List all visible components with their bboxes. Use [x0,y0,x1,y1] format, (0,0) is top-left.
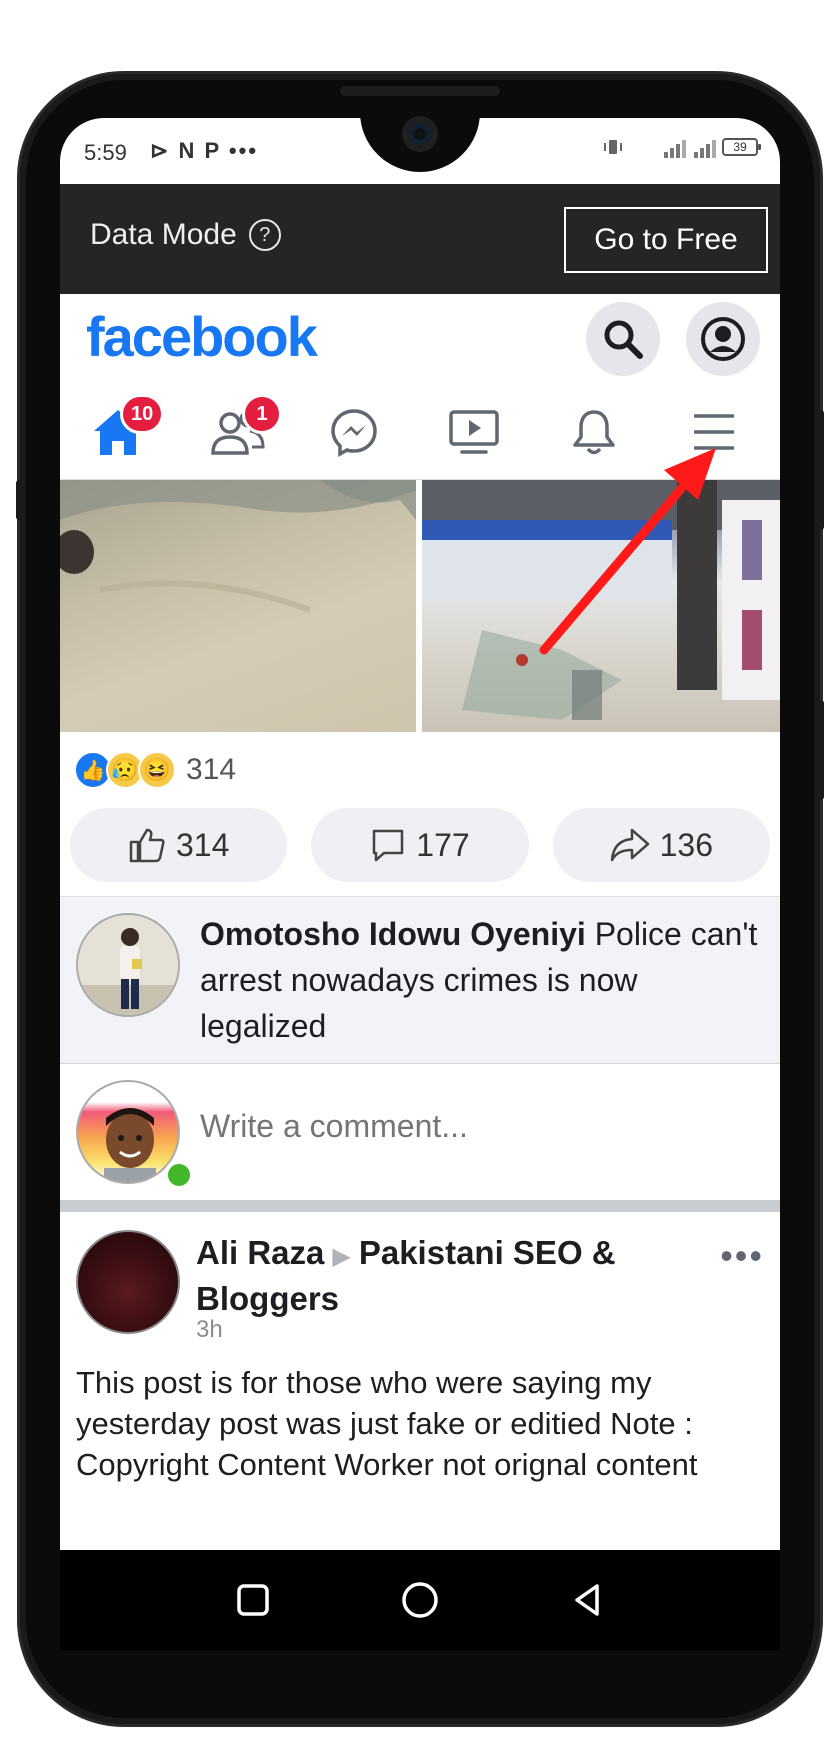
notifications-icon [573,410,615,455]
profile-button[interactable] [686,302,760,376]
speaker-grille [340,86,500,96]
post-body: This post is for those who were saying m… [76,1365,698,1482]
online-status-dot [164,1160,194,1190]
media-image-right[interactable] [422,480,780,732]
signal-strength-icon [662,138,716,158]
volume-button [818,700,824,800]
comment-author[interactable]: Omotosho Idowu Oyeniyi [200,916,586,952]
comment-count: 177 [416,826,470,863]
comment-item: Omotosho Idowu Oyeniyi Police can't arre… [60,896,780,1064]
post-header: Ali Raza ▶ Pakistani SEO & Bloggers [196,1232,686,1320]
write-comment-row [60,1064,780,1198]
haha-reaction-icon: 😆 [138,751,176,789]
data-mode-label[interactable]: Data Mode ? [90,218,281,252]
left-side-button [16,480,22,520]
home-circle-icon [402,1582,438,1618]
share-button[interactable]: 136 [552,808,770,882]
tab-watch[interactable] [426,392,522,472]
feed-post: Ali Raza ▶ Pakistani SEO & Bloggers 3h •••… [60,1212,780,1550]
profile-icon [701,317,745,361]
friends-badge: 1 [242,394,282,434]
commenter-avatar[interactable] [76,913,180,1017]
power-button [818,410,824,530]
help-icon[interactable]: ? [248,219,281,251]
like-count: 314 [175,826,230,863]
recents-button[interactable] [228,1575,278,1625]
status-time: 5:59 [84,140,127,165]
home-button[interactable] [395,1575,445,1625]
share-icon [610,828,649,862]
phone-screen: 5:59 ⊳ N P ••• 39 Data Mode ? Go to Free… [60,118,780,1550]
notification-icons: ⊳ N P ••• [150,138,259,163]
comment-icon [373,829,404,862]
thumbs-up-icon [129,828,165,863]
media-image-left[interactable] [60,480,416,732]
battery-level: 39 [733,140,747,154]
like-button[interactable]: 314 [70,808,288,882]
vibrate-icon [602,138,654,156]
post-actions: 314 177 136 [70,808,770,882]
group-arrow-icon: ▶ [332,1243,351,1270]
feed-divider [60,1200,780,1212]
more-options-icon[interactable]: ••• [720,1238,764,1274]
messenger-icon [331,409,377,457]
home-badge: 10 [120,394,165,434]
back-icon [574,1584,599,1616]
front-camera [402,116,438,152]
search-icon [604,320,643,359]
comment-input[interactable] [200,1108,720,1145]
tab-messenger[interactable] [306,392,402,472]
recents-icon [237,1584,270,1616]
reactions-summary[interactable]: 👍 😥 😆 314 [74,748,236,792]
back-button[interactable] [562,1575,612,1625]
reaction-count: 314 [186,753,237,786]
battery-icon: 39 [722,138,761,156]
main-nav: 10 1 [60,384,780,480]
watch-icon [449,410,499,454]
post-time[interactable]: 3h [196,1316,223,1344]
comment-text: Omotosho Idowu Oyeniyi Police can't arre… [200,911,770,1049]
post-media[interactable] [60,480,780,732]
facebook-logo[interactable]: facebook [86,304,318,369]
menu-icon [694,414,734,450]
share-count: 136 [659,826,714,863]
post-author[interactable]: Ali Raza [196,1234,324,1271]
status-right-icons: 39 [602,138,761,158]
comment-button[interactable]: 177 [311,808,529,882]
go-to-free-button[interactable]: Go to Free [564,207,768,273]
system-nav-bar [60,1550,780,1650]
tab-notifications[interactable] [546,392,642,472]
tab-friends[interactable]: 1 [190,392,286,472]
tab-home[interactable]: 10 [70,392,166,472]
post-author-avatar[interactable] [76,1230,180,1334]
data-mode-bar: Data Mode ? Go to Free [60,184,780,294]
tab-menu[interactable] [666,392,762,472]
search-button[interactable] [586,302,660,376]
app-header: facebook [60,294,780,384]
data-mode-text: Data Mode [90,218,237,251]
